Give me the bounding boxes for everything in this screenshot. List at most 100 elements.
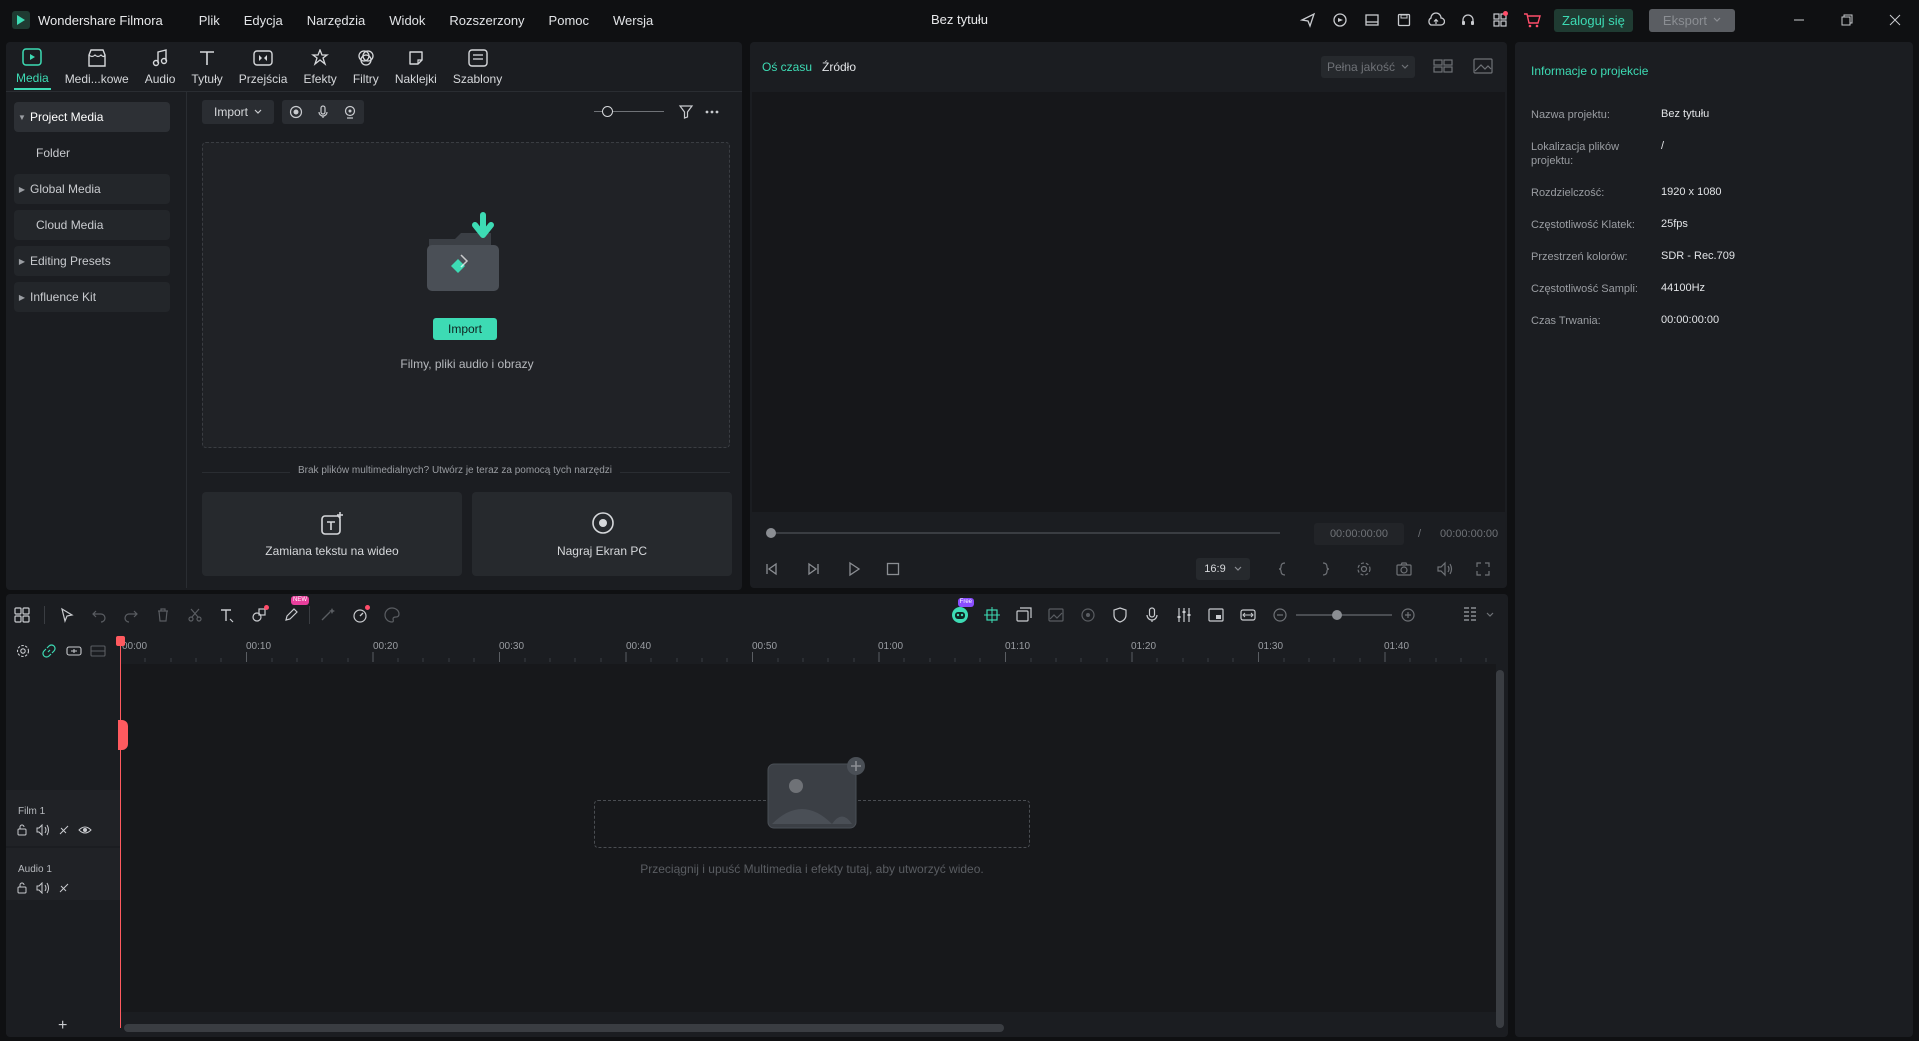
menu-file[interactable]: Plik [199, 13, 220, 28]
playhead[interactable] [120, 640, 121, 1028]
scissors-split-icon[interactable] [179, 594, 211, 636]
speed-ramp-icon[interactable] [344, 594, 376, 636]
aspect-ratio-dropdown[interactable]: 16:9 [1196, 558, 1250, 580]
voiceover-mic-icon[interactable] [1136, 594, 1168, 636]
delete-trash-icon[interactable] [147, 594, 179, 636]
minimize-button[interactable] [1775, 0, 1823, 40]
text-add-icon[interactable] [211, 594, 243, 636]
cloud-upload-icon[interactable] [1420, 0, 1452, 40]
volume-icon[interactable] [1436, 561, 1454, 577]
preview-viewport[interactable] [752, 92, 1505, 512]
redo-icon[interactable] [115, 594, 147, 636]
select-cursor-icon[interactable] [51, 594, 83, 636]
export-button[interactable]: Eksport [1648, 8, 1735, 32]
crop-shape-icon[interactable] [243, 594, 275, 636]
track-layout-icon[interactable] [1454, 594, 1486, 636]
playhead-handle[interactable] [118, 720, 128, 750]
zoom-slider-handle[interactable] [1332, 610, 1342, 620]
login-button[interactable]: Zaloguj się [1554, 8, 1633, 32]
tab-filters[interactable]: Filtry [351, 42, 381, 90]
restore-button[interactable] [1823, 0, 1871, 40]
microphone-icon[interactable] [316, 105, 330, 119]
cart-icon[interactable] [1516, 0, 1548, 40]
sidebar-item-influence-kit[interactable]: ▶ Influence Kit [14, 282, 170, 312]
multicam-icon[interactable] [1008, 594, 1040, 636]
next-frame-icon[interactable] [805, 562, 821, 576]
lock-icon[interactable] [16, 824, 28, 836]
add-track-icon[interactable] [66, 644, 82, 658]
media-drop-zone[interactable]: Import Filmy, pliki audio i obrazy [202, 142, 730, 448]
scrubber-handle[interactable] [766, 528, 776, 538]
grid-view-icon[interactable] [1433, 58, 1453, 74]
ai-copilot-icon[interactable]: Free [944, 594, 976, 636]
tab-stock-media[interactable]: Medi...kowe [63, 42, 131, 90]
auto-highlight-icon[interactable] [976, 594, 1008, 636]
track-manager-icon[interactable] [90, 644, 106, 658]
tab-source-preview[interactable]: Źródło [822, 60, 856, 74]
tab-audio[interactable]: Audio [143, 42, 178, 90]
horizontal-scrollbar[interactable] [124, 1024, 1004, 1032]
playhead-top-marker[interactable] [116, 636, 125, 646]
sidebar-item-project-media[interactable]: ▼ Project Media [14, 102, 170, 132]
record-screen-card[interactable]: Nagraj Ekran PC [472, 492, 732, 576]
play-icon[interactable] [846, 561, 862, 577]
thumbnail-size-slider[interactable] [594, 104, 664, 120]
eye-icon[interactable] [78, 824, 92, 836]
menu-version[interactable]: Wersja [613, 13, 653, 28]
mute-brush-icon[interactable] [58, 882, 70, 894]
support-headset-icon[interactable] [1452, 0, 1484, 40]
tab-media[interactable]: Media [14, 42, 51, 90]
mute-brush-icon[interactable] [58, 824, 70, 836]
zoom-out-icon[interactable] [1264, 594, 1296, 636]
fullscreen-icon[interactable] [1476, 562, 1490, 576]
sidebar-item-cloud-media[interactable]: Cloud Media [14, 210, 170, 240]
timeline-zoom-slider[interactable] [1296, 594, 1392, 636]
record-icon[interactable] [289, 105, 303, 119]
layout-grid-icon[interactable] [6, 594, 38, 636]
quality-dropdown[interactable]: Pełna jakość [1321, 56, 1415, 78]
layout-icon[interactable] [1356, 0, 1388, 40]
color-palette-icon[interactable] [376, 594, 408, 636]
import-button[interactable]: Import [433, 318, 497, 340]
tab-timeline-preview[interactable]: Oś czasu [762, 60, 812, 74]
shield-mask-icon[interactable] [1104, 594, 1136, 636]
tab-stickers[interactable]: Naklejki [393, 42, 439, 90]
sidebar-item-editing-presets[interactable]: ▶ Editing Presets [14, 246, 170, 276]
slider-handle[interactable] [602, 106, 613, 117]
menu-tools[interactable]: Narzędzia [307, 13, 366, 28]
snapshot-image-icon[interactable] [1473, 58, 1493, 74]
speaker-icon[interactable] [36, 882, 50, 894]
motion-tracking-icon[interactable] [1072, 594, 1104, 636]
tab-templates[interactable]: Szablony [451, 42, 504, 90]
mark-out-icon[interactable] [1320, 561, 1330, 577]
previous-frame-icon[interactable] [764, 562, 780, 576]
speaker-icon[interactable] [36, 824, 50, 836]
picture-in-picture-icon[interactable] [1200, 594, 1232, 636]
camera-snapshot-icon[interactable] [1396, 561, 1412, 577]
menu-help[interactable]: Pomoc [549, 13, 589, 28]
sidebar-item-global-media[interactable]: ▶ Global Media [14, 174, 170, 204]
image-edit-icon[interactable] [1040, 594, 1072, 636]
tutorial-icon[interactable] [1324, 0, 1356, 40]
tab-effects[interactable]: Efekty [301, 42, 338, 90]
webcam-icon[interactable] [343, 105, 357, 119]
send-feedback-icon[interactable] [1292, 0, 1324, 40]
vertical-scrollbar[interactable] [1496, 670, 1504, 1028]
lock-icon[interactable] [16, 882, 28, 894]
import-dropdown[interactable]: Import [202, 100, 274, 124]
stop-icon[interactable] [886, 562, 900, 576]
tab-titles[interactable]: Tytuły [189, 42, 224, 90]
more-options-icon[interactable] [704, 104, 720, 120]
filter-funnel-icon[interactable] [678, 104, 694, 120]
sidebar-item-folder[interactable]: Folder [14, 138, 170, 168]
save-icon[interactable] [1388, 0, 1420, 40]
mark-in-icon[interactable] [1278, 561, 1288, 577]
menu-edit[interactable]: Edycja [244, 13, 283, 28]
menu-view[interactable]: Widok [389, 13, 425, 28]
link-icon[interactable] [42, 644, 56, 658]
audio-mixer-icon[interactable] [1168, 594, 1200, 636]
chevron-down-icon[interactable] [1486, 612, 1494, 618]
apps-grid-icon[interactable] [1484, 0, 1516, 40]
render-settings-icon[interactable] [1356, 561, 1372, 577]
ai-sparkle-icon[interactable] [312, 594, 344, 636]
